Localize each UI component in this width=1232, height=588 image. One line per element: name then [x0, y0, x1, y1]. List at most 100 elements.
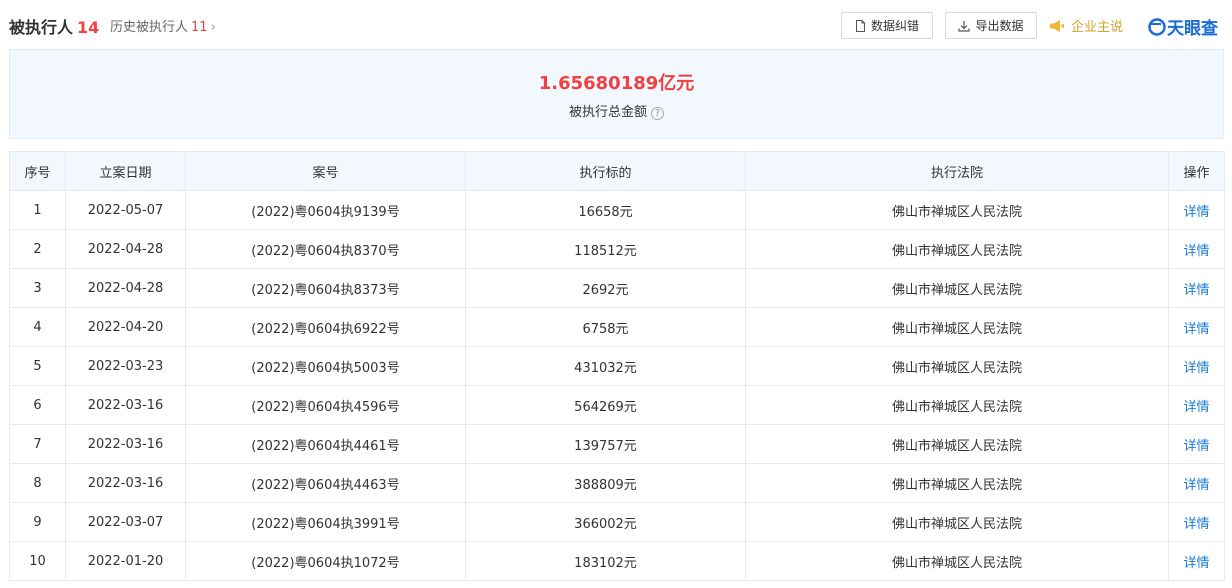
- cell-court: 佛山市禅城区人民法院: [745, 307, 1169, 347]
- cell-court: 佛山市禅城区人民法院: [745, 346, 1169, 386]
- details-link[interactable]: 详情: [1168, 463, 1225, 503]
- cell-case-number: (2022)粤0604执8373号: [185, 268, 466, 308]
- top-bar: 被执行人 14 历史被执行人 11 › 数据纠错 导出数据 企业主说 天眼查: [0, 0, 1232, 48]
- cell-index: 7: [9, 424, 66, 464]
- page-title: 被执行人 14: [9, 14, 99, 38]
- table-row: 3 2022-04-28 (2022)粤0604执8373号 2692元 佛山市禅城区人…: [9, 268, 1225, 308]
- cell-index: 4: [9, 307, 66, 347]
- column-header-case: 案号: [185, 151, 466, 191]
- cell-court: 佛山市禅城区人民法院: [745, 424, 1169, 464]
- export-data-label: 导出数据: [975, 19, 1024, 33]
- cell-amount: 2692元: [465, 268, 746, 308]
- cell-amount: 366002元: [465, 502, 746, 542]
- cell-case-number: (2022)粤0604执9139号: [185, 190, 466, 230]
- cell-index: 8: [9, 463, 66, 503]
- column-header-action: 操作: [1168, 151, 1225, 191]
- cell-court: 佛山市禅城区人民法院: [745, 385, 1169, 425]
- cell-case-number: (2022)粤0604执4463号: [185, 463, 466, 503]
- cell-case-number: (2022)粤0604执5003号: [185, 346, 466, 386]
- details-link[interactable]: 详情: [1168, 346, 1225, 386]
- question-circle-icon[interactable]: ?: [651, 107, 664, 120]
- export-data-button[interactable]: 导出数据: [945, 12, 1037, 39]
- details-link[interactable]: 详情: [1168, 541, 1225, 581]
- column-header-index: 序号: [9, 151, 66, 191]
- cell-court: 佛山市禅城区人民法院: [745, 229, 1169, 269]
- cell-index: 5: [9, 346, 66, 386]
- brand-logo: 天眼查: [1148, 14, 1218, 39]
- cell-court: 佛山市禅城区人民法院: [745, 541, 1169, 581]
- cell-court: 佛山市禅城区人民法院: [745, 268, 1169, 308]
- cell-filing-date: 2022-03-16: [65, 385, 186, 425]
- cell-filing-date: 2022-04-28: [65, 268, 186, 308]
- cell-case-number: (2022)粤0604执4461号: [185, 424, 466, 464]
- table-row: 2 2022-04-28 (2022)粤0604执8370号 118512元 佛山市禅城…: [9, 229, 1225, 269]
- cell-case-number: (2022)粤0604执6922号: [185, 307, 466, 347]
- details-link[interactable]: 详情: [1168, 190, 1225, 230]
- page-title-count: 14: [77, 18, 100, 37]
- table-row: 9 2022-03-07 (2022)粤0604执3991号 366002元 佛山市禅城…: [9, 502, 1225, 542]
- download-icon: [958, 20, 971, 32]
- total-amount-label-row: 被执行总金额?: [10, 101, 1223, 120]
- table-row: 1 2022-05-07 (2022)粤0604执9139号 16658元 佛山市禅城区…: [9, 190, 1225, 230]
- cell-court: 佛山市禅城区人民法院: [745, 463, 1169, 503]
- cell-index: 1: [9, 190, 66, 230]
- brand-name: 天眼查: [1167, 19, 1218, 39]
- cell-amount: 183102元: [465, 541, 746, 581]
- table-header-row: 序号 立案日期 案号 执行标的 执行法院 操作: [9, 151, 1225, 191]
- cell-court: 佛山市禅城区人民法院: [745, 190, 1169, 230]
- summary-panel: 1.65680189亿元 被执行总金额?: [9, 49, 1224, 139]
- cell-index: 10: [9, 541, 66, 581]
- table-row: 10 2022-01-20 (2022)粤0604执1072号 183102元 佛山市禅…: [9, 541, 1225, 581]
- table-row: 4 2022-04-20 (2022)粤0604执6922号 6758元 佛山市禅城区人…: [9, 307, 1225, 347]
- history-link[interactable]: 历史被执行人 11 ›: [110, 16, 216, 35]
- data-correction-label: 数据纠错: [870, 19, 919, 33]
- data-correction-button[interactable]: 数据纠错: [841, 12, 933, 39]
- details-link[interactable]: 详情: [1168, 385, 1225, 425]
- cell-case-number: (2022)粤0604执4596号: [185, 385, 466, 425]
- cell-filing-date: 2022-03-23: [65, 346, 186, 386]
- cell-court: 佛山市禅城区人民法院: [745, 502, 1169, 542]
- cell-index: 3: [9, 268, 66, 308]
- cell-filing-date: 2022-01-20: [65, 541, 186, 581]
- cell-amount: 388809元: [465, 463, 746, 503]
- cell-amount: 16658元: [465, 190, 746, 230]
- table-row: 8 2022-03-16 (2022)粤0604执4463号 388809元 佛山市禅城…: [9, 463, 1225, 503]
- cell-amount: 6758元: [465, 307, 746, 347]
- column-header-amount: 执行标的: [465, 151, 746, 191]
- cell-amount: 139757元: [465, 424, 746, 464]
- chevron-right-icon: ›: [210, 20, 216, 35]
- cell-case-number: (2022)粤0604执8370号: [185, 229, 466, 269]
- details-link[interactable]: 详情: [1168, 268, 1225, 308]
- cell-index: 2: [9, 229, 66, 269]
- cell-amount: 564269元: [465, 385, 746, 425]
- cell-filing-date: 2022-03-16: [65, 424, 186, 464]
- column-header-court: 执行法院: [745, 151, 1169, 191]
- cell-index: 9: [9, 502, 66, 542]
- table-row: 6 2022-03-16 (2022)粤0604执4596号 564269元 佛山市禅城…: [9, 385, 1225, 425]
- spokesperson-label: 企业主说: [1071, 20, 1124, 35]
- total-amount: 1.65680189亿元: [538, 73, 695, 94]
- cell-case-number: (2022)粤0604执1072号: [185, 541, 466, 581]
- cell-amount: 431032元: [465, 346, 746, 386]
- details-link[interactable]: 详情: [1168, 502, 1225, 542]
- spokesperson-link[interactable]: 企业主说: [1049, 16, 1123, 35]
- column-header-date: 立案日期: [65, 151, 186, 191]
- cell-filing-date: 2022-04-20: [65, 307, 186, 347]
- details-link[interactable]: 详情: [1168, 229, 1225, 269]
- cell-filing-date: 2022-03-07: [65, 502, 186, 542]
- history-count: 11: [191, 20, 208, 35]
- cell-case-number: (2022)粤0604执3991号: [185, 502, 466, 542]
- history-label: 历史被执行人: [110, 20, 189, 35]
- cell-filing-date: 2022-04-28: [65, 229, 186, 269]
- details-link[interactable]: 详情: [1168, 307, 1225, 347]
- tianyancha-logo-icon: [1148, 17, 1166, 36]
- cell-filing-date: 2022-05-07: [65, 190, 186, 230]
- document-icon: [855, 19, 866, 32]
- enforcement-table: 序号 立案日期 案号 执行标的 执行法院 操作 1 2022-05-07 (2022…: [9, 151, 1225, 581]
- table-row: 7 2022-03-16 (2022)粤0604执4461号 139757元 佛山市禅城…: [9, 424, 1225, 464]
- megaphone-icon: [1049, 19, 1065, 33]
- total-amount-label: 被执行总金额: [568, 105, 647, 120]
- details-link[interactable]: 详情: [1168, 424, 1225, 464]
- cell-filing-date: 2022-03-16: [65, 463, 186, 503]
- cell-amount: 118512元: [465, 229, 746, 269]
